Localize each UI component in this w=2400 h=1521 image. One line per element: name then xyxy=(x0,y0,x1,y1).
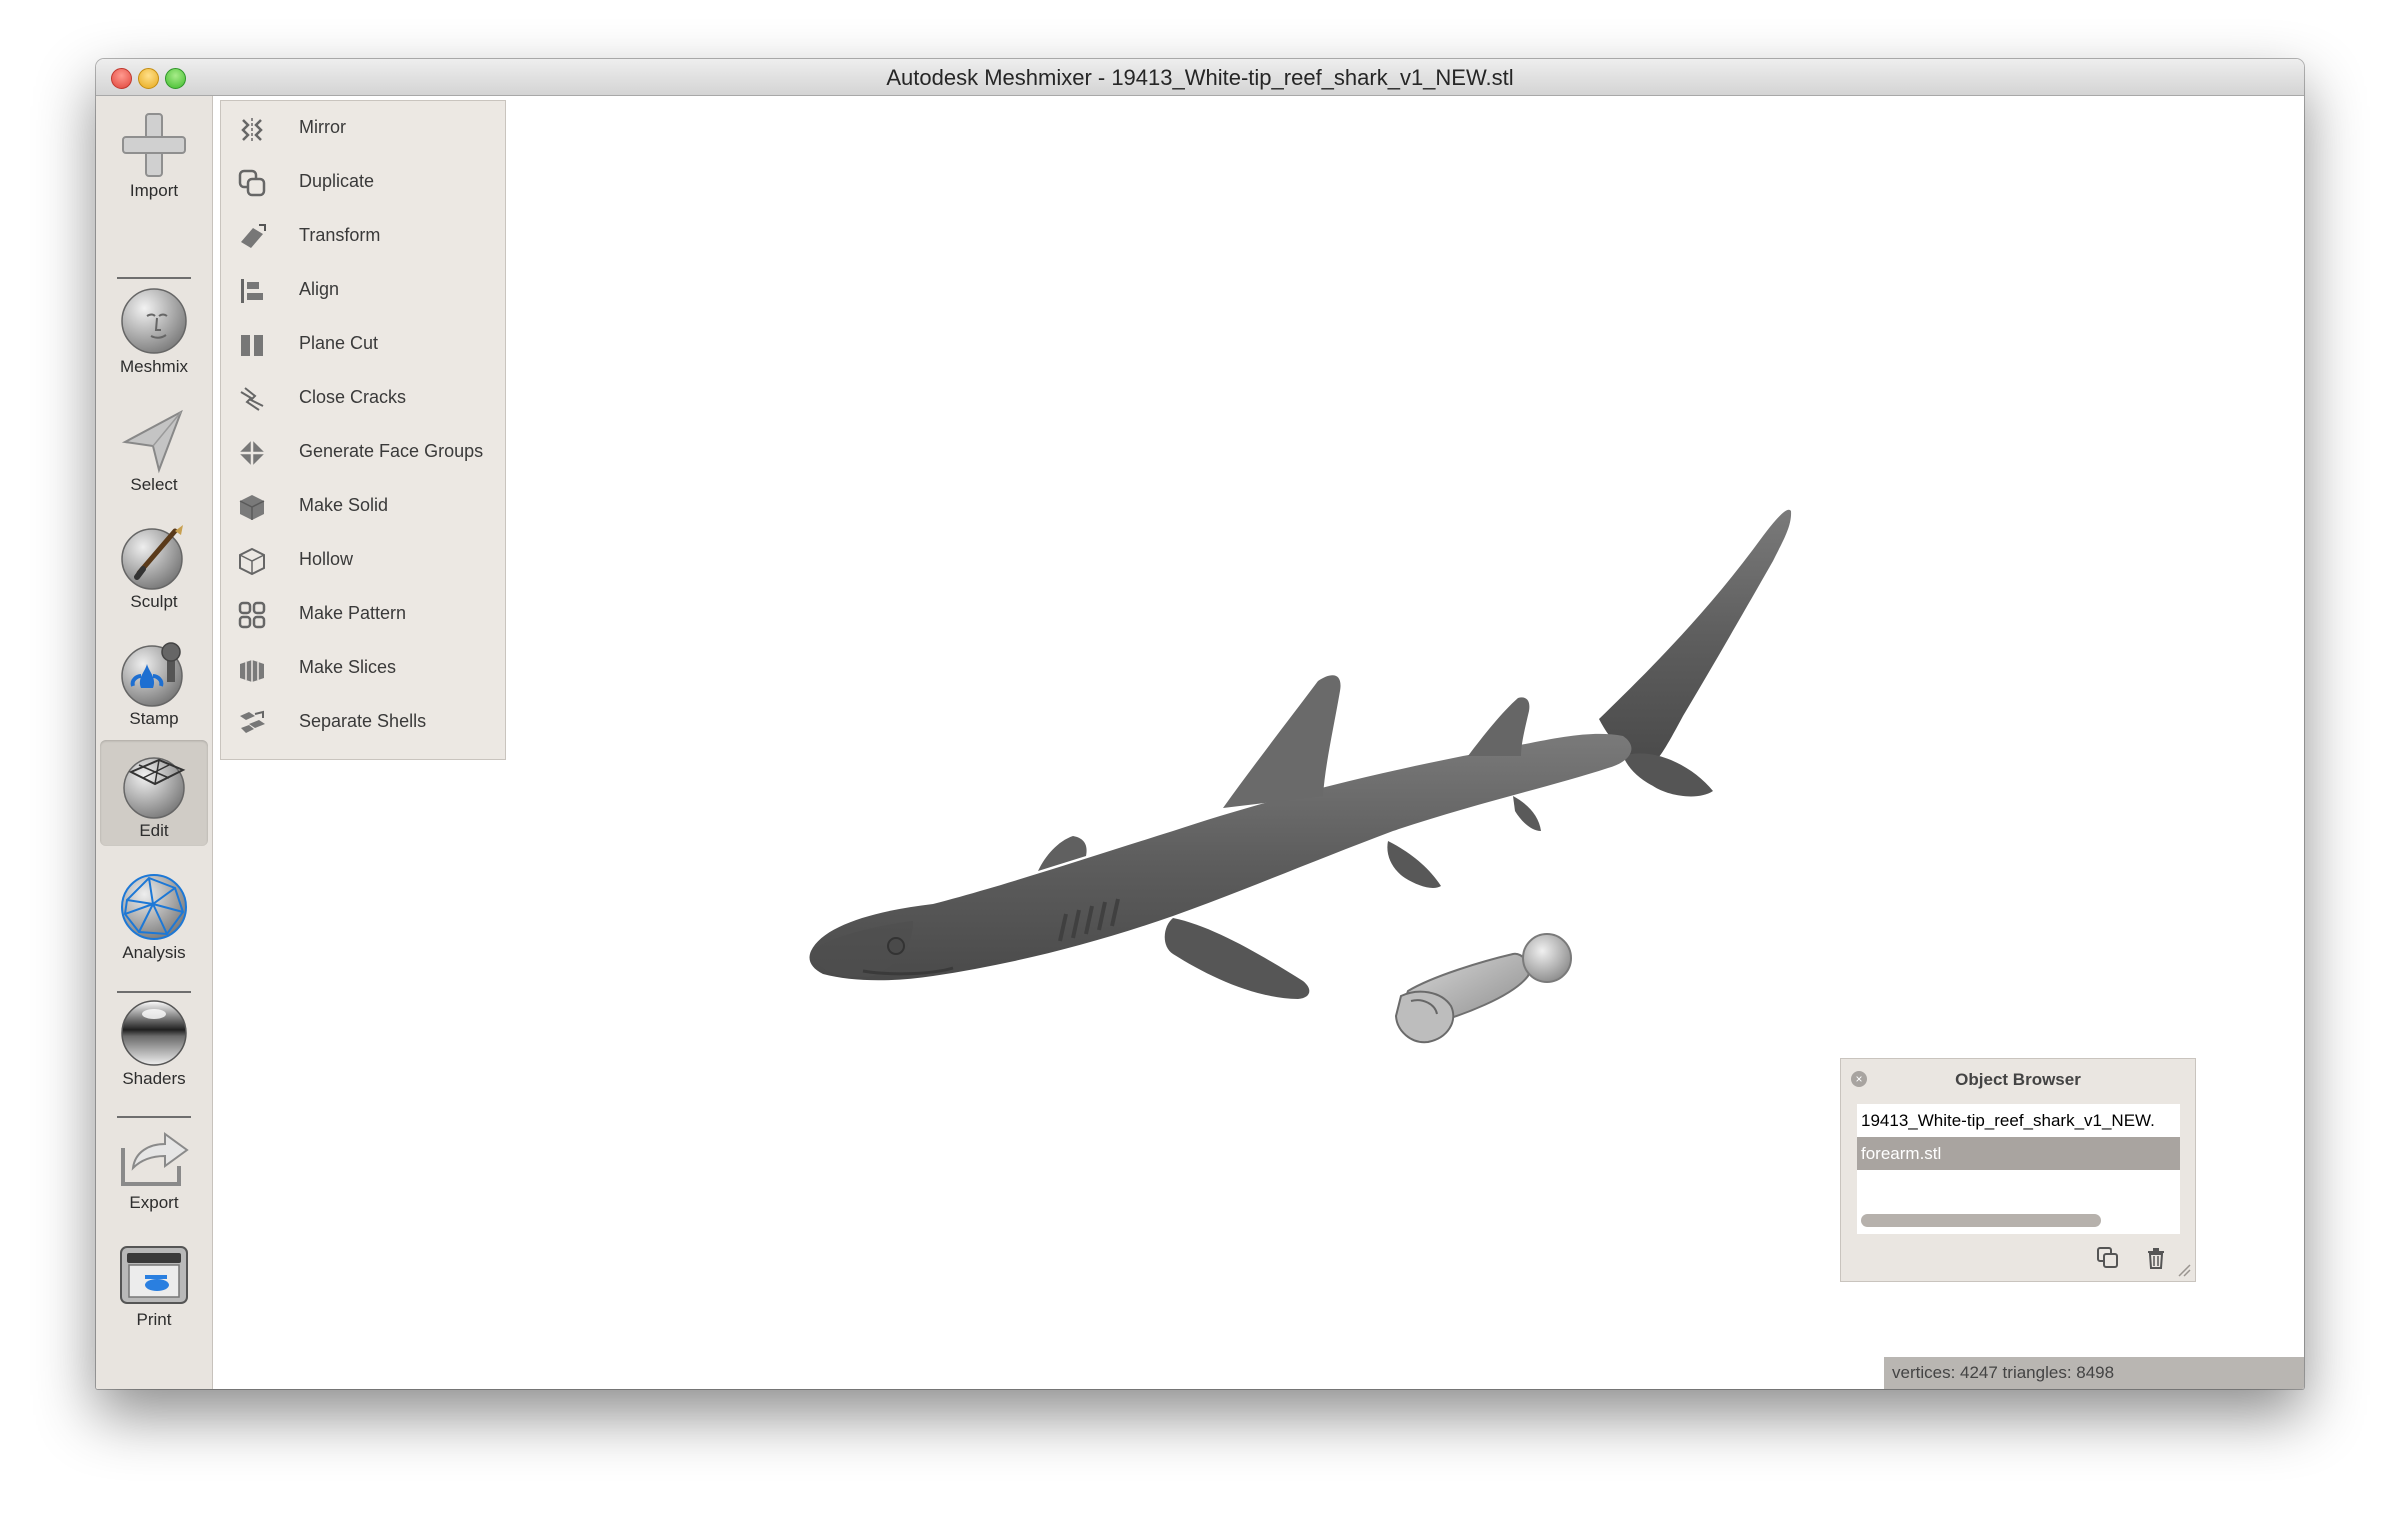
object-row-shark[interactable]: 19413_White-tip_reef_shark_v1_NEW. xyxy=(1857,1104,2180,1137)
select-label: Select xyxy=(130,475,178,494)
toolbar-divider xyxy=(117,1116,191,1118)
import-label: Import xyxy=(129,181,179,200)
print-label: Print xyxy=(136,1310,172,1329)
print-tool-button[interactable]: Print xyxy=(100,1239,208,1349)
stamp-label: Stamp xyxy=(129,709,179,728)
menu-item-hollow[interactable]: Hollow xyxy=(221,535,505,587)
trash-icon[interactable] xyxy=(2143,1245,2169,1271)
meshmix-label: Meshmix xyxy=(119,357,188,376)
analysis-tool-button[interactable]: Analysis xyxy=(100,872,208,972)
pattern-icon xyxy=(238,601,266,629)
stamp-tool-button[interactable]: Stamp xyxy=(100,638,208,738)
menu-item-make-pattern[interactable]: Make Pattern xyxy=(221,589,505,641)
duplicate-icon xyxy=(238,169,266,197)
shells-icon xyxy=(240,710,265,733)
menu-item-align[interactable]: Align xyxy=(221,265,505,317)
main-toolbar: Import Meshmix Select Sculpt Stamp Edit … xyxy=(96,96,213,1389)
face-groups-icon xyxy=(239,440,265,466)
toolbar-divider xyxy=(117,277,191,279)
close-cracks-icon xyxy=(240,387,264,411)
duplicate-icon[interactable] xyxy=(2095,1245,2121,1271)
app-window: Autodesk Meshmixer - 19413_White-tip_ree… xyxy=(96,59,2304,1389)
import-tool-button[interactable]: Import xyxy=(100,110,208,220)
stamp-sphere-icon xyxy=(121,642,183,707)
menu-item-make-slices[interactable]: Make Slices xyxy=(221,643,505,695)
select-tool-button[interactable]: Select xyxy=(100,404,208,504)
title-bar[interactable]: Autodesk Meshmixer - 19413_White-tip_ree… xyxy=(96,59,2304,96)
slices-icon xyxy=(240,660,264,682)
export-label: Export xyxy=(129,1193,179,1212)
object-browser-title: Object Browser xyxy=(1955,1070,2081,1089)
brush-sphere-icon xyxy=(121,525,183,590)
analysis-label: Analysis xyxy=(122,943,186,962)
meshmix-tool-button[interactable]: Meshmix xyxy=(100,286,208,386)
3d-viewport[interactable]: × Object Browser 19413_White-tip_reef_sh… xyxy=(213,96,2304,1389)
edit-sphere-icon xyxy=(123,757,186,819)
sculpt-label: Sculpt xyxy=(130,592,178,611)
plus-icon xyxy=(122,113,186,177)
face-sphere-icon xyxy=(121,288,187,354)
hollow-cube-icon xyxy=(239,547,265,576)
forearm-model[interactable] xyxy=(1394,933,1572,1044)
menu-item-plane-cut[interactable]: Plane Cut xyxy=(221,319,505,371)
object-list[interactable]: 19413_White-tip_reef_shark_v1_NEW. forea… xyxy=(1857,1104,2180,1234)
menu-item-close-cracks[interactable]: Close Cracks xyxy=(221,373,505,425)
edit-tool-button[interactable]: Edit xyxy=(100,740,208,846)
menu-item-duplicate[interactable]: Duplicate xyxy=(221,157,505,209)
edit-menu-panel: Mirror Duplicate Transform Align Plane C… xyxy=(220,100,506,760)
menu-item-make-solid[interactable]: Make Solid xyxy=(221,481,505,533)
export-tray-icon xyxy=(121,1132,189,1186)
solid-cube-icon xyxy=(239,495,265,520)
menu-item-transform[interactable]: Transform xyxy=(221,211,505,263)
mirror-icon xyxy=(241,118,263,142)
chrome-sphere-icon xyxy=(121,1000,187,1066)
plane-cut-icon xyxy=(241,335,263,356)
toolbar-divider xyxy=(117,991,191,993)
object-browser-panel: × Object Browser 19413_White-tip_reef_sh… xyxy=(1840,1058,2196,1282)
horizontal-scrollbar[interactable] xyxy=(1861,1214,2101,1227)
transform-icon xyxy=(241,224,266,248)
menu-item-separate-shells[interactable]: Separate Shells xyxy=(221,697,505,749)
status-bar: vertices: 4247 triangles: 8498 xyxy=(1884,1357,2304,1389)
printer-icon xyxy=(120,1246,188,1304)
export-tool-button[interactable]: Export xyxy=(100,1122,208,1232)
window-title: Autodesk Meshmixer - 19413_White-tip_ree… xyxy=(886,65,1514,90)
arrow-pointer-icon xyxy=(121,409,183,474)
edit-label: Edit xyxy=(139,821,169,840)
sculpt-tool-button[interactable]: Sculpt xyxy=(100,521,208,621)
menu-item-generate-face-groups[interactable]: Generate Face Groups xyxy=(221,427,505,479)
shaders-tool-button[interactable]: Shaders xyxy=(100,998,208,1098)
object-row-forearm[interactable]: forearm.stl xyxy=(1857,1137,2180,1170)
align-icon xyxy=(241,279,263,303)
menu-item-mirror[interactable]: Mirror xyxy=(221,103,505,155)
shaders-label: Shaders xyxy=(122,1069,186,1088)
shark-model[interactable] xyxy=(809,509,1792,999)
mesh-sphere-icon xyxy=(121,874,187,940)
resize-grip-icon[interactable] xyxy=(2177,1263,2191,1277)
